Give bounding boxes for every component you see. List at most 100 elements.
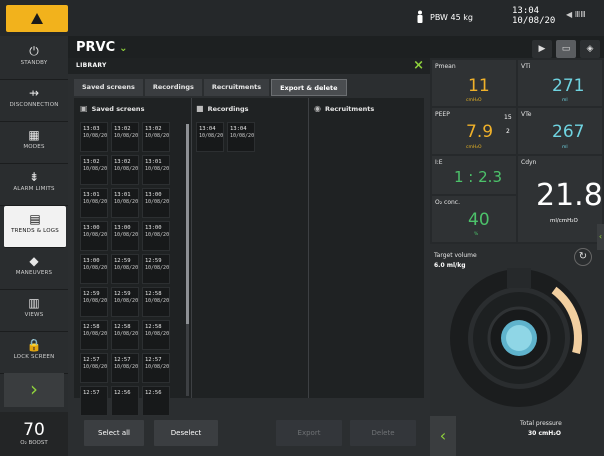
thumbnail-item[interactable]: 12:58 10/08/20 (111, 320, 139, 350)
sidebar-expand-button[interactable]: › (4, 373, 64, 407)
thumbnail-time: 12:58 (145, 291, 162, 297)
sidebar-item-maneuvers[interactable]: ◆ MANEUVERS (0, 248, 68, 290)
thumbnail-item[interactable]: 13:02 10/08/20 (111, 122, 139, 152)
saved-screens-header: ▣ Saved screens (80, 104, 144, 113)
alarm-button[interactable] (6, 5, 68, 32)
thumbnail-date: 10/08/20 (145, 331, 170, 337)
vti-tile: VTi 271 ml (518, 60, 602, 106)
patient-weight: PBW 45 kg (430, 12, 473, 22)
o2-boost-button[interactable]: 70 O₂ BOOST (0, 412, 68, 456)
thumbnail-item[interactable]: 13:03 10/08/20 (80, 122, 108, 152)
sidebar-item-disconnection[interactable]: ⇸ DISCONNECTION (0, 80, 68, 122)
thumbnail-item[interactable]: 12:59 10/08/20 (111, 287, 139, 317)
thumbnail-time: 12:58 (114, 324, 131, 330)
thumbnail-date: 10/08/20 (114, 298, 139, 304)
tab-saved-screens[interactable]: Saved screens (74, 79, 143, 96)
alarm-limits-icon: ⇟ (28, 170, 40, 184)
thumbnail-date: 10/08/20 (83, 133, 108, 139)
library-panel: LIBRARY × Saved screens Recordings Recru… (68, 58, 430, 456)
thumbnail-item[interactable]: 13:04 10/08/20 (196, 122, 224, 152)
sidebar-item-alarm-limits[interactable]: ⇟ ALARM LIMITS (0, 164, 68, 206)
recruitments-header: ◉ Recruitments (314, 104, 374, 113)
thumbnail-date: 10/08/20 (114, 265, 139, 271)
tab-export-delete[interactable]: Export & delete (271, 79, 347, 96)
thumbnail-time: 13:00 (145, 225, 162, 231)
mode-selector[interactable]: PRVC ⌄ (76, 40, 128, 55)
target-volume-dial[interactable] (444, 258, 594, 408)
library-tabs: Saved screens Recordings Recruitments Ex… (74, 79, 347, 96)
sidebar-item-modes[interactable]: ▦ MODES (0, 122, 68, 164)
thumbnail-item[interactable]: 13:00 10/08/20 (142, 188, 170, 218)
close-icon[interactable]: × (413, 59, 424, 73)
thumbnail-item[interactable]: 13:00 10/08/20 (111, 221, 139, 251)
thumbnail-item[interactable]: 12:58 10/08/20 (142, 287, 170, 317)
recruitments-title: Recruitments (324, 104, 375, 113)
delete-button[interactable]: Delete (350, 420, 416, 446)
thumbnail-date: 10/08/20 (114, 199, 139, 205)
thumbnail-item[interactable]: 13:02 10/08/20 (142, 122, 170, 152)
thumbnail-item[interactable]: 12:58 10/08/20 (142, 320, 170, 350)
cdyn-tile: Cdyn 21.8 ml/cmH₂O (518, 156, 603, 242)
thumbnail-time: 13:04 (199, 126, 216, 132)
vti-value: 271 (552, 76, 585, 96)
vte-tile: VTe 267 ml (518, 108, 602, 154)
thumbnail-item[interactable]: 13:01 10/08/20 (111, 188, 139, 218)
thumbnail-date: 10/08/20 (83, 364, 108, 370)
views-icon: ▥ (28, 296, 40, 310)
thumbnail-time: 13:00 (114, 225, 131, 231)
thumbnail-item[interactable]: 13:04 10/08/20 (227, 122, 255, 152)
maneuvers-icon: ◆ (29, 254, 39, 268)
cdyn-value: 21.8 (536, 178, 603, 213)
library-content: ▣ Saved screens ■ Recordings ◉ Recruitme… (74, 98, 424, 416)
thumbnail-time: 12:56 (145, 390, 162, 396)
saved-screens-title: Saved screens (91, 104, 145, 113)
recording-view-icon[interactable]: ▶ (532, 40, 552, 58)
thumbnail-item[interactable]: 12:57 10/08/20 (111, 353, 139, 383)
scrollbar-thumb[interactable] (186, 124, 189, 324)
monitoring-panel: Pmean 11 cmH₂O VTi 271 ml PEEP 7.9 cmH₂O… (430, 58, 604, 456)
thumbnail-time: 12:57 (114, 357, 131, 363)
battery-icon: ◀ ⅢⅢ (566, 10, 586, 19)
thumbnail-date: 10/08/20 (145, 166, 170, 172)
person-icon (417, 10, 423, 23)
tab-recruitments[interactable]: Recruitments (203, 79, 270, 96)
thumbnail-item[interactable]: 13:02 10/08/20 (111, 155, 139, 185)
export-button[interactable]: Export (276, 420, 342, 446)
thumbnail-item[interactable]: 13:00 10/08/20 (80, 254, 108, 284)
thumbnail-item[interactable]: 12:59 10/08/20 (80, 287, 108, 317)
pmean-tile: Pmean 11 cmH₂O (432, 60, 516, 106)
layers-view-icon[interactable]: ◈ (580, 40, 600, 58)
deselect-button[interactable]: Deselect (154, 420, 218, 446)
sidebar-item-lock-screen[interactable]: 🔒 LOCK SCREEN (0, 332, 68, 374)
thumbnail-date: 10/08/20 (230, 133, 255, 139)
patient-info[interactable]: PBW 45 kg (416, 10, 473, 24)
video-icon: ■ (196, 104, 204, 113)
tab-recordings[interactable]: Recordings (144, 79, 202, 96)
sidebar-item-trends-logs[interactable]: ▤ TRENDS & LOGS (4, 206, 66, 248)
thumbnail-time: 13:00 (83, 258, 100, 264)
thumbnail-time: 13:02 (83, 159, 100, 165)
thumbnail-item[interactable]: 13:02 10/08/20 (80, 155, 108, 185)
thumbnail-item[interactable]: 12:57 10/08/20 (80, 353, 108, 383)
thumbnail-item[interactable]: 12:57 10/08/20 (142, 353, 170, 383)
target-volume-dial-area: Target volume 6.0 ml/kg ↻ Total pressure… (430, 244, 604, 456)
thumbnail-item[interactable]: 13:00 10/08/20 (80, 221, 108, 251)
sidebar-item-standby[interactable]: ⏻ STANDBY (0, 38, 68, 80)
thumbnail-item[interactable]: 12:59 10/08/20 (111, 254, 139, 284)
sidebar-item-views[interactable]: ▥ VIEWS (0, 290, 68, 332)
side-expand-tab[interactable]: ‹ (597, 224, 604, 250)
screen-view-icon[interactable]: ▭ (556, 40, 576, 58)
peep-tile: PEEP 7.9 cmH₂O 15 2 (432, 108, 516, 154)
thumbnail-item[interactable]: 12:59 10/08/20 (142, 254, 170, 284)
select-all-button[interactable]: Select all (84, 420, 144, 446)
thumbnail-item[interactable]: 13:01 10/08/20 (142, 155, 170, 185)
lock-icon: 🔒 (26, 338, 42, 352)
monitor-collapse-button[interactable]: ‹ (430, 416, 456, 456)
thumbnail-time: 13:03 (83, 126, 100, 132)
thumbnail-item[interactable]: 12:58 10/08/20 (80, 320, 108, 350)
peep-low-limit: 2 (506, 128, 510, 135)
thumbnail-item[interactable]: 13:01 10/08/20 (80, 188, 108, 218)
thumbnail-time: 13:00 (83, 225, 100, 231)
thumbnail-item[interactable]: 13:00 10/08/20 (142, 221, 170, 251)
vte-value: 267 (552, 122, 585, 142)
